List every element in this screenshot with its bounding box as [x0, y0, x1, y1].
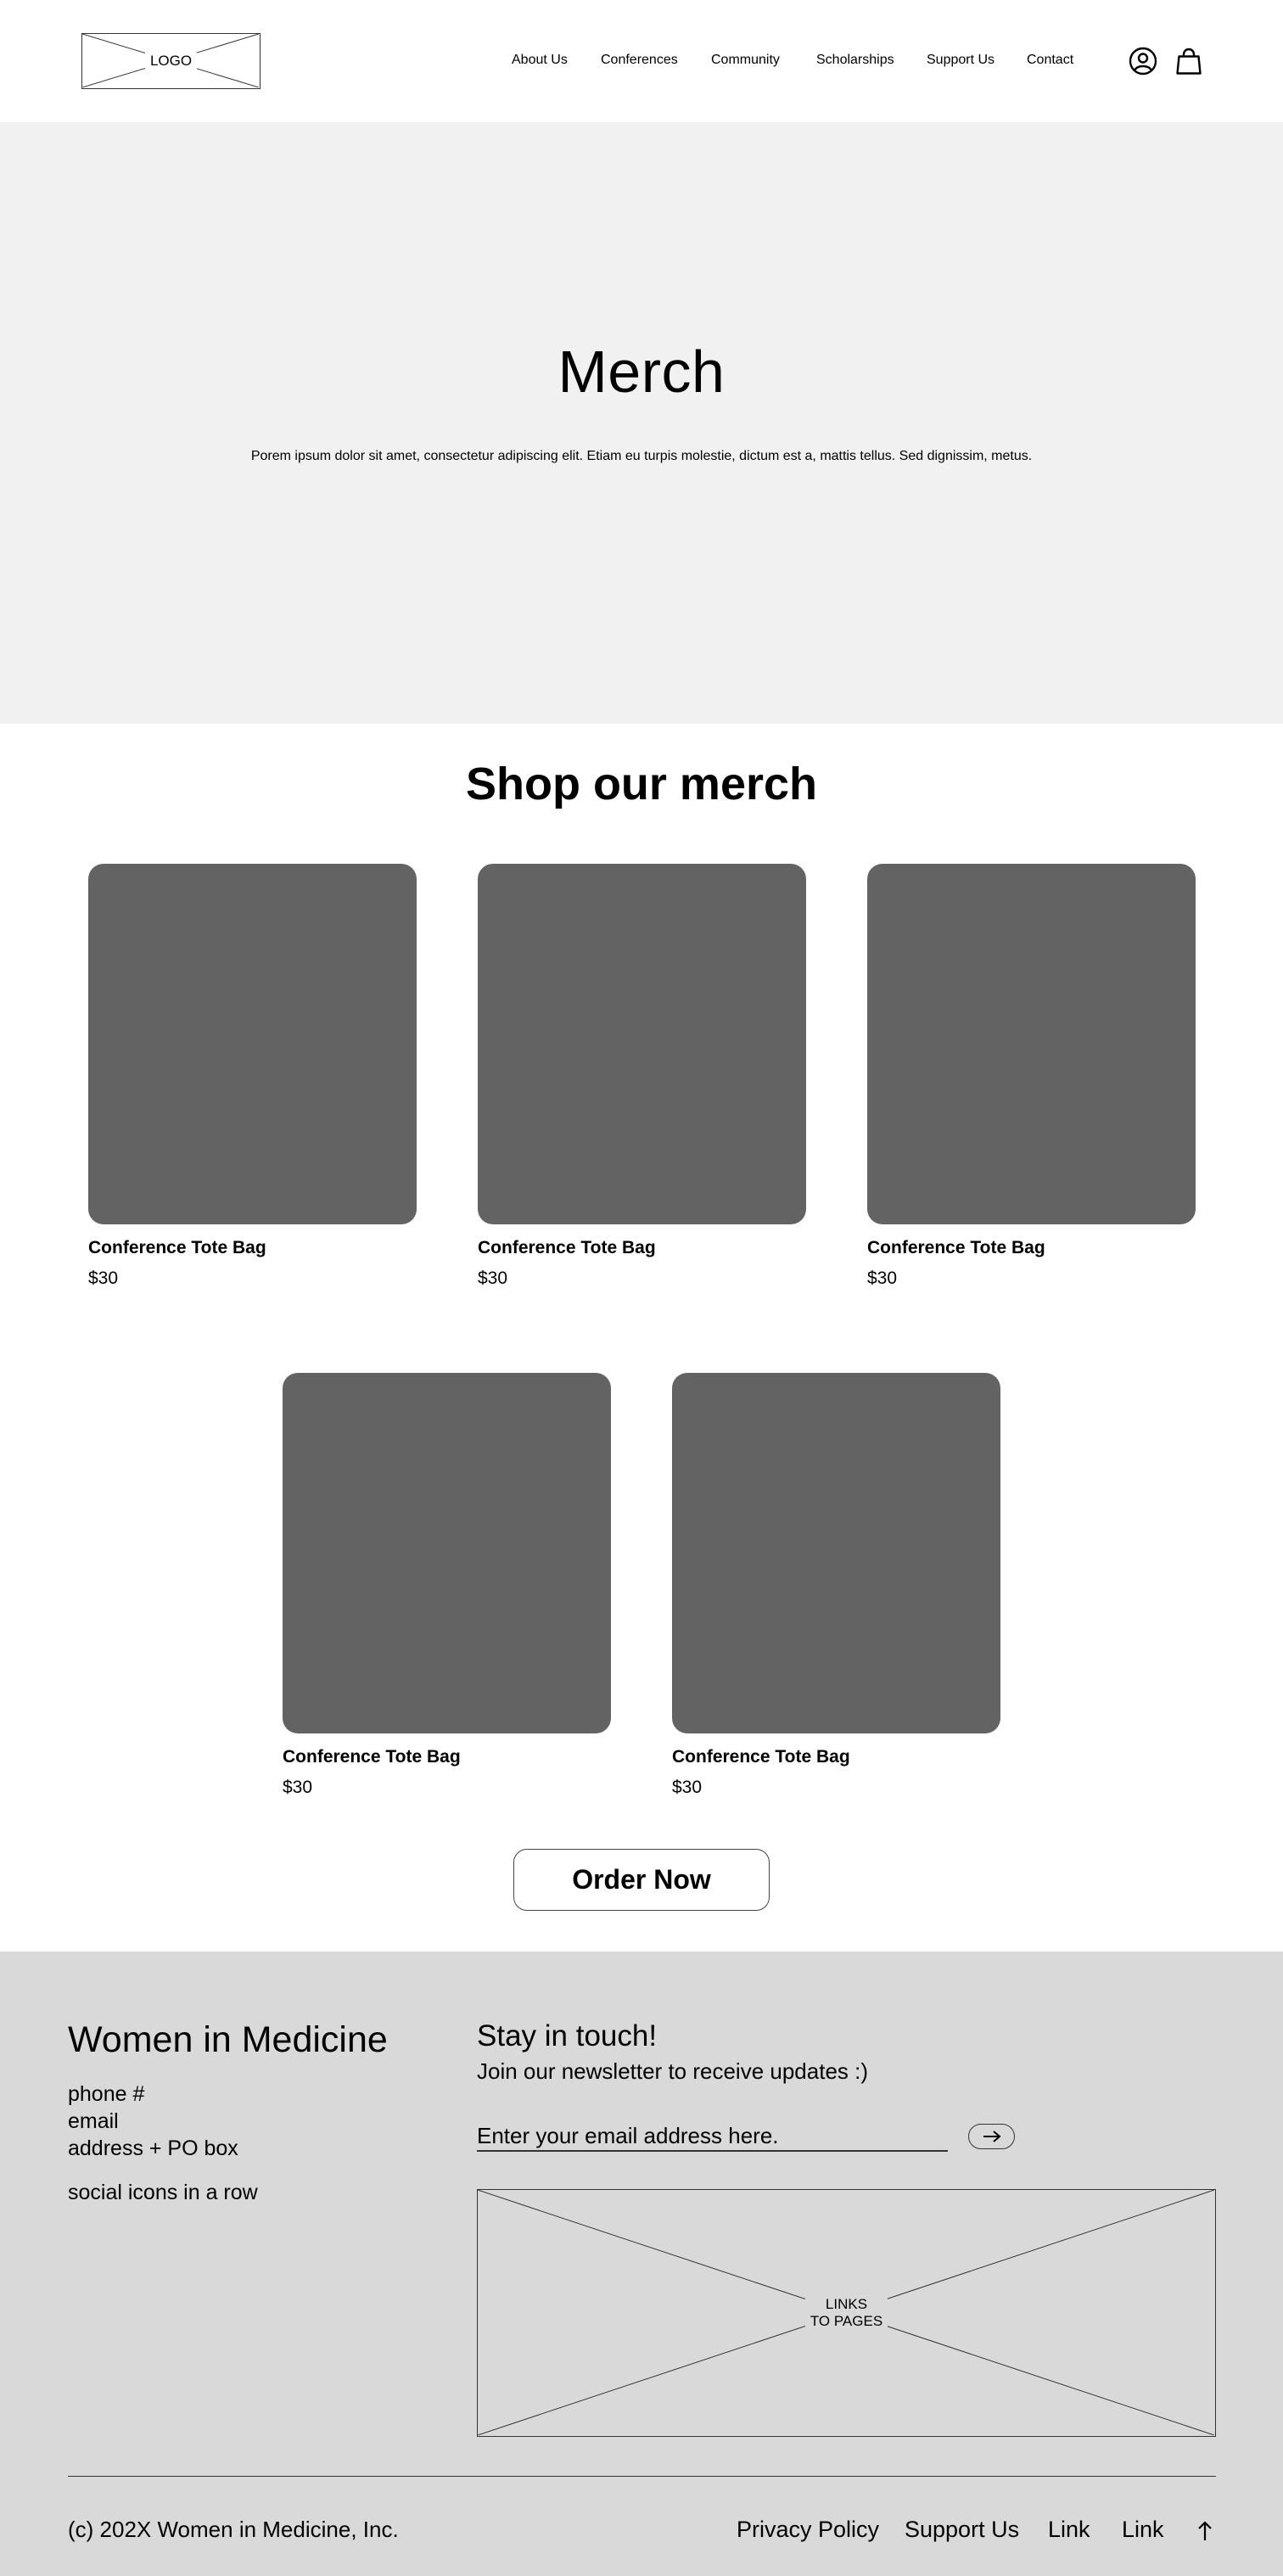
- footer-email: email: [68, 2109, 119, 2133]
- nav-support-us[interactable]: Support Us: [927, 53, 994, 68]
- main-nav: About Us Conferences Community Scholarsh…: [0, 53, 1283, 71]
- product-card[interactable]: Conference Tote Bag $30: [88, 864, 417, 1289]
- footer-link[interactable]: Link: [1122, 2517, 1164, 2543]
- product-name[interactable]: Conference Tote Bag: [283, 1747, 611, 1767]
- footer-link-support-us[interactable]: Support Us: [905, 2517, 1019, 2543]
- footer-social-placeholder: social icons in a row: [68, 2181, 258, 2204]
- arrow-up-icon: [1198, 2521, 1212, 2540]
- nav-about-us[interactable]: About Us: [512, 53, 568, 68]
- shop-heading: Shop our merch: [465, 759, 818, 809]
- product-card[interactable]: Conference Tote Bag $30: [867, 864, 1196, 1289]
- site-footer: Women in Medicine phone # email address …: [0, 1952, 1283, 2576]
- product-price: $30: [478, 1268, 508, 1288]
- page-title: Merch: [557, 339, 726, 405]
- site-header: LOGO About Us Conferences Community Scho…: [0, 0, 1283, 122]
- newsletter-submit-button[interactable]: [968, 2124, 1015, 2149]
- product-price: $30: [283, 1778, 313, 1797]
- product-price: $30: [88, 1268, 119, 1288]
- product-name[interactable]: Conference Tote Bag: [672, 1747, 1000, 1767]
- product-card[interactable]: Conference Tote Bag $30: [672, 1373, 1000, 1798]
- newsletter-email-input[interactable]: [477, 2121, 948, 2152]
- product-card[interactable]: Conference Tote Bag $30: [478, 864, 806, 1289]
- footer-address: address + PO box: [68, 2136, 238, 2160]
- product-image[interactable]: [478, 864, 806, 1224]
- footer-divider: [68, 2476, 1216, 2477]
- nav-scholarships[interactable]: Scholarships: [816, 53, 894, 68]
- back-to-top-button[interactable]: [1194, 2518, 1216, 2544]
- footer-contact-info: phone # email address + PO box: [68, 2080, 238, 2162]
- product-image[interactable]: [88, 864, 417, 1224]
- order-now-button[interactable]: Order Now: [513, 1849, 770, 1911]
- product-image[interactable]: [672, 1373, 1000, 1733]
- footer-links-placeholder: LINKS TO PAGES: [477, 2189, 1216, 2437]
- links-placeholder-label: LINKS TO PAGES: [804, 2294, 888, 2332]
- hero-section: Merch Porem ipsum dolor sit amet, consec…: [0, 122, 1283, 724]
- hero-description: Porem ipsum dolor sit amet, consectetur …: [250, 449, 1033, 463]
- product-name[interactable]: Conference Tote Bag: [478, 1238, 806, 1258]
- footer-link-privacy-policy[interactable]: Privacy Policy: [737, 2517, 879, 2543]
- copyright-text: (c) 202X Women in Medicine, Inc.: [68, 2517, 399, 2542]
- product-name[interactable]: Conference Tote Bag: [88, 1238, 417, 1258]
- account-icon[interactable]: [1128, 46, 1158, 76]
- product-image[interactable]: [283, 1373, 611, 1733]
- footer-phone: phone #: [68, 2082, 145, 2106]
- product-image[interactable]: [867, 864, 1196, 1224]
- footer-link[interactable]: Link: [1048, 2517, 1090, 2543]
- product-name[interactable]: Conference Tote Bag: [867, 1238, 1196, 1258]
- footer-org-name: Women in Medicine: [68, 2019, 388, 2060]
- newsletter-title: Stay in touch!: [477, 2019, 658, 2052]
- nav-contact[interactable]: Contact: [1027, 53, 1073, 68]
- nav-community[interactable]: Community: [711, 53, 780, 68]
- product-card[interactable]: Conference Tote Bag $30: [283, 1373, 611, 1798]
- product-price: $30: [672, 1778, 703, 1797]
- product-price: $30: [867, 1268, 898, 1288]
- arrow-right-icon: [983, 2131, 1001, 2142]
- nav-conferences[interactable]: Conferences: [601, 53, 678, 68]
- shopping-bag-icon[interactable]: [1174, 46, 1204, 76]
- newsletter-subtitle: Join our newsletter to receive updates :…: [477, 2058, 869, 2084]
